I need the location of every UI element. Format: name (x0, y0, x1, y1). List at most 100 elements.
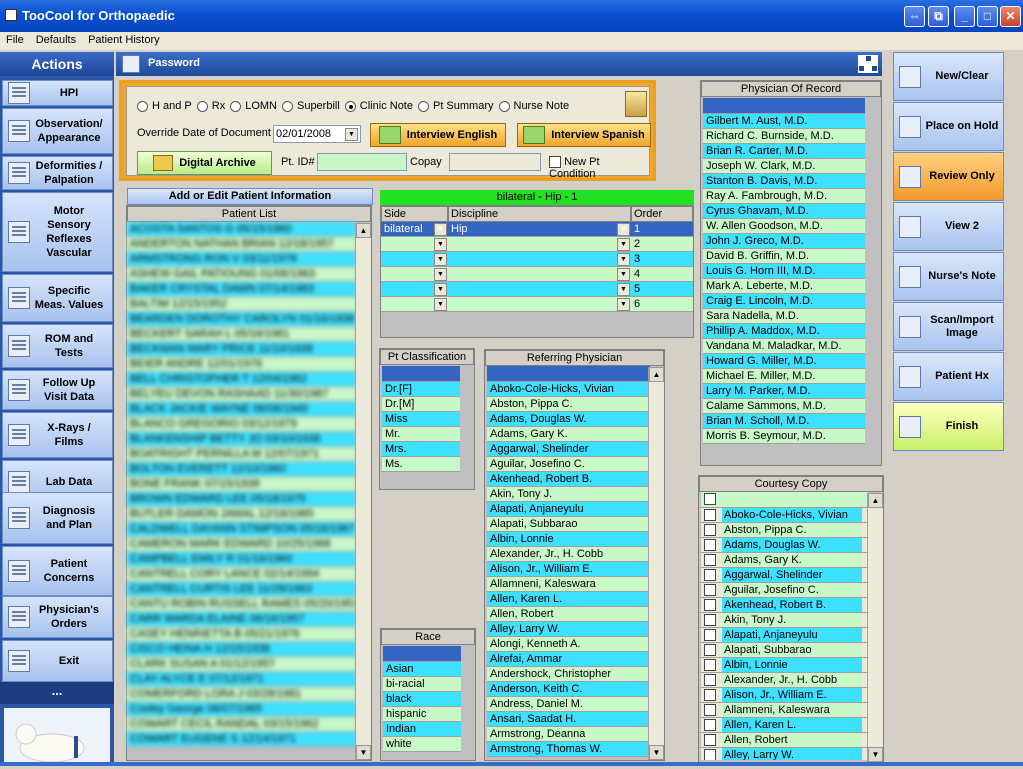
list-item[interactable]: Mrs. (382, 442, 460, 457)
chevron-down-icon[interactable]: ▼ (617, 298, 630, 311)
list-item[interactable]: Ansari, Saadat H. (487, 712, 650, 727)
list-item[interactable]: Alapati, Anjaneyulu (701, 628, 868, 643)
list-item[interactable]: Adams, Gary K. (487, 427, 650, 442)
list-item[interactable]: Adams, Gary K. (701, 553, 868, 568)
list-item[interactable]: Alexander, Jr., H. Cobb (701, 673, 868, 688)
problem-row[interactable]: ▼ ▼ 6 (381, 297, 693, 312)
list-item[interactable]: Cooley George 06/07/1965 (127, 702, 356, 717)
ptid-input[interactable] (317, 153, 407, 171)
list-item[interactable]: BAKER CRYSTAL DAWN 07/14/1983 (127, 282, 356, 297)
list-item[interactable]: BEIER ANDRE 12/01/1976 (127, 357, 356, 372)
list-item[interactable]: Morris B. Seymour, M.D. (703, 429, 865, 444)
side-cell[interactable]: ▼ (381, 267, 448, 282)
list-item[interactable]: Akin, Tony J. (701, 613, 868, 628)
list-item[interactable]: BELL CHRISTOPHER T 12/04/1962 (127, 372, 356, 387)
radio-pt-summary[interactable]: Pt Summary (417, 100, 494, 112)
list-item[interactable]: ARMSTRONG RON V 03/11/1978 (127, 252, 356, 267)
list-item[interactable]: W. Allen Goodson, M.D. (703, 219, 865, 234)
list-item[interactable]: Alapati, Subbarao (701, 643, 868, 658)
list-item[interactable]: Akin, Tony J. (487, 487, 650, 502)
maximize-button[interactable]: □ (977, 6, 998, 27)
lock-icon[interactable] (625, 91, 647, 117)
list-item[interactable]: CANTU ROBIN RUSSELL RAMES 05/20/1951 (127, 597, 356, 612)
action-patient-concerns[interactable]: Patient Concerns (2, 546, 113, 596)
action-exit[interactable]: Exit (2, 640, 113, 682)
list-item[interactable]: Allen, Karen L. (487, 592, 650, 607)
list-item[interactable]: John J. Greco, M.D. (703, 234, 865, 249)
minimize-button[interactable]: _ (954, 6, 975, 27)
list-item[interactable]: BOATRIGHT PERNILLA M 12/07/1971 (127, 447, 356, 462)
side-cell[interactable]: ▼ (381, 297, 448, 312)
list-item[interactable]: Richard C. Burnside, M.D. (703, 129, 865, 144)
list-item[interactable]: Phillip A. Maddox, M.D. (703, 324, 865, 339)
list-item[interactable]: CAMERON MARK EDWARD 10/25/1968 (127, 537, 356, 552)
discipline-cell[interactable]: ▼ (448, 282, 631, 297)
checkbox-icon[interactable] (704, 734, 716, 747)
list-item[interactable]: Michael E. Miller, M.D. (703, 369, 865, 384)
order-cell[interactable]: 5 (631, 282, 693, 297)
checkbox-icon[interactable] (704, 644, 716, 657)
list-item[interactable]: BUTLER DAMON JAMAL 12/16/1985 (127, 507, 356, 522)
checkbox-icon[interactable] (704, 629, 716, 642)
pt-class-blank[interactable] (382, 366, 460, 382)
checkbox-icon[interactable] (704, 509, 716, 522)
side-cell[interactable]: ▼ (381, 282, 448, 297)
action-physician-s-orders[interactable]: Physician's Orders (2, 596, 113, 638)
action-deformities-palpation[interactable]: Deformities / Palpation (2, 156, 113, 190)
action-diagnosis-and-plan[interactable]: Diagnosis and Plan (2, 492, 113, 544)
copay-input[interactable] (449, 153, 541, 171)
chevron-down-icon[interactable]: ▼ (617, 238, 630, 251)
list-item[interactable]: BELYEU DEVON RASHAAD 11/30/1987 (127, 387, 356, 402)
right-action-finish[interactable]: Finish (893, 402, 1004, 451)
list-item[interactable]: Andershock, Christopher (487, 667, 650, 682)
list-item[interactable]: Brian R. Carter, M.D. (703, 144, 865, 159)
checkbox-icon[interactable] (704, 599, 716, 612)
right-action-review-only[interactable]: Review Only (893, 152, 1004, 201)
interview-spanish-button[interactable]: Interview Spanish (517, 123, 651, 147)
checkbox-icon[interactable] (704, 659, 716, 672)
action-specific-meas-values[interactable]: Specific Meas. Values (2, 274, 113, 322)
order-cell[interactable]: 3 (631, 252, 693, 267)
chevron-down-icon[interactable]: ▼ (434, 283, 447, 296)
list-item[interactable]: Akenhead, Robert B. (701, 598, 868, 613)
right-action-scan-import-image[interactable]: Scan/Import Image (893, 302, 1004, 351)
digital-archive-button[interactable]: Digital Archive (137, 151, 272, 175)
chevron-down-icon[interactable]: ▼ (617, 253, 630, 266)
add-edit-patient-button[interactable]: Add or Edit Patient Information (127, 188, 373, 205)
problem-row[interactable]: ▼ ▼ 4 (381, 267, 693, 282)
list-item[interactable]: BECKERT SARAH L 05/16/1981 (127, 327, 356, 342)
checkbox-icon[interactable] (704, 719, 716, 732)
list-item[interactable]: Alongi, Kenneth A. (487, 637, 650, 652)
list-item[interactable]: CAMPBELL EMILY R 01/16/1960 (127, 552, 356, 567)
list-item[interactable]: Alison, Jr., William E. (701, 688, 868, 703)
list-item[interactable]: Alapati, Anjaneyulu (487, 502, 650, 517)
list-item[interactable]: Aboko-Cole-Hicks, Vivian (487, 382, 650, 397)
list-item[interactable]: Allamneni, Kaleswara (487, 577, 650, 592)
list-item[interactable]: Alrefai, Ammar (487, 652, 650, 667)
menu-defaults[interactable]: Defaults (30, 32, 82, 46)
more-actions-button[interactable]: ... (0, 682, 114, 704)
side-cell[interactable]: ▼ (381, 237, 448, 252)
por-blank[interactable] (703, 98, 865, 114)
list-item[interactable]: David B. Griffin, M.D. (703, 249, 865, 264)
list-item[interactable]: Akenhead, Robert B. (487, 472, 650, 487)
checkbox-icon[interactable] (704, 704, 716, 717)
list-item[interactable]: BECKMAN MARY PRICE 11/10/1938 (127, 342, 356, 357)
problem-row[interactable]: ▼ ▼ 2 (381, 237, 693, 252)
list-item[interactable]: CANTRELL CURTIS LEE 11/29/1963 (127, 582, 356, 597)
chevron-down-icon[interactable]: ▼ (434, 298, 447, 311)
list-item[interactable]: Adams, Douglas W. (487, 412, 650, 427)
list-item[interactable]: CLARK SUSAN A 01/12/1957 (127, 657, 356, 672)
list-item[interactable]: Mark A. Leberte, M.D. (703, 279, 865, 294)
list-item[interactable]: COWART EUGENE S 12/14/1971 (127, 732, 356, 747)
list-item[interactable]: Calame Sammons, M.D. (703, 399, 865, 414)
right-action-nurse-s-note[interactable]: Nurse's Note (893, 252, 1004, 301)
checkbox-icon[interactable] (704, 569, 716, 582)
list-item[interactable]: Mr. (382, 427, 460, 442)
discipline-cell[interactable]: ▼ (448, 267, 631, 282)
radio-clinic-note[interactable]: Clinic Note (344, 100, 413, 112)
chevron-down-icon[interactable]: ▼ (617, 268, 630, 281)
discipline-cell[interactable]: Hip ▼ (448, 222, 631, 237)
referring-blank[interactable] (487, 366, 650, 382)
side-cell[interactable]: bilateral ▼ (381, 222, 448, 237)
